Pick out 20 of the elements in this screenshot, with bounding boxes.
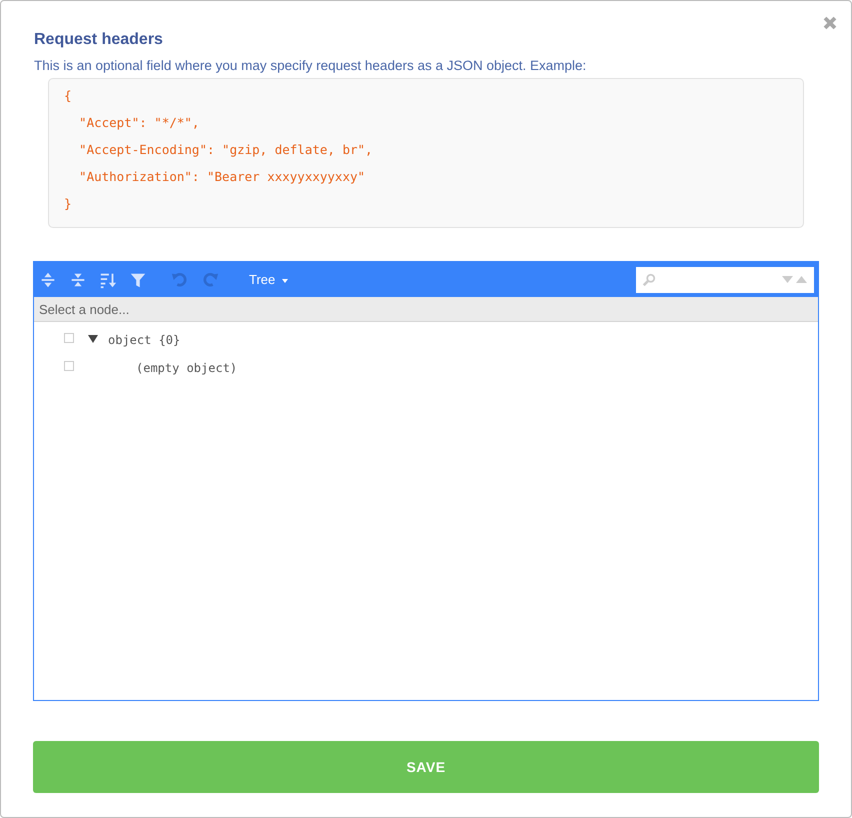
search-field[interactable] <box>636 266 814 292</box>
empty-object-text: (empty object) <box>136 361 238 375</box>
expand-toggle[interactable] <box>88 334 98 344</box>
section-title: Request headers <box>34 31 164 49</box>
code-example: { "Accept": "*/*", "Accept-Encoding": "gzip, deflate, br", "Authorization": "Bearer xxxyyxxyyxxy" } <box>48 78 804 228</box>
description-text: This is an optional field where you may specify request headers as a JSON object. Example: <box>34 58 588 73</box>
mode-dropdown[interactable]: Tree <box>249 272 288 287</box>
save-button[interactable]: SAVE <box>33 741 819 793</box>
tree-node-label: object {0} <box>108 333 180 347</box>
filter-icon[interactable] <box>129 270 147 288</box>
search-icon <box>642 272 656 286</box>
drag-handle-icon[interactable] <box>64 333 74 343</box>
caret-icon <box>282 278 288 283</box>
drag-handle-icon[interactable] <box>64 361 74 371</box>
navigation-hint: Select a node... <box>39 302 130 316</box>
collapse-all-icon[interactable] <box>69 270 87 288</box>
close-icon[interactable] <box>821 14 839 32</box>
expand-all-icon[interactable] <box>39 270 57 288</box>
sort-icon[interactable] <box>99 270 117 288</box>
search-arrows-icon[interactable] <box>782 274 808 284</box>
